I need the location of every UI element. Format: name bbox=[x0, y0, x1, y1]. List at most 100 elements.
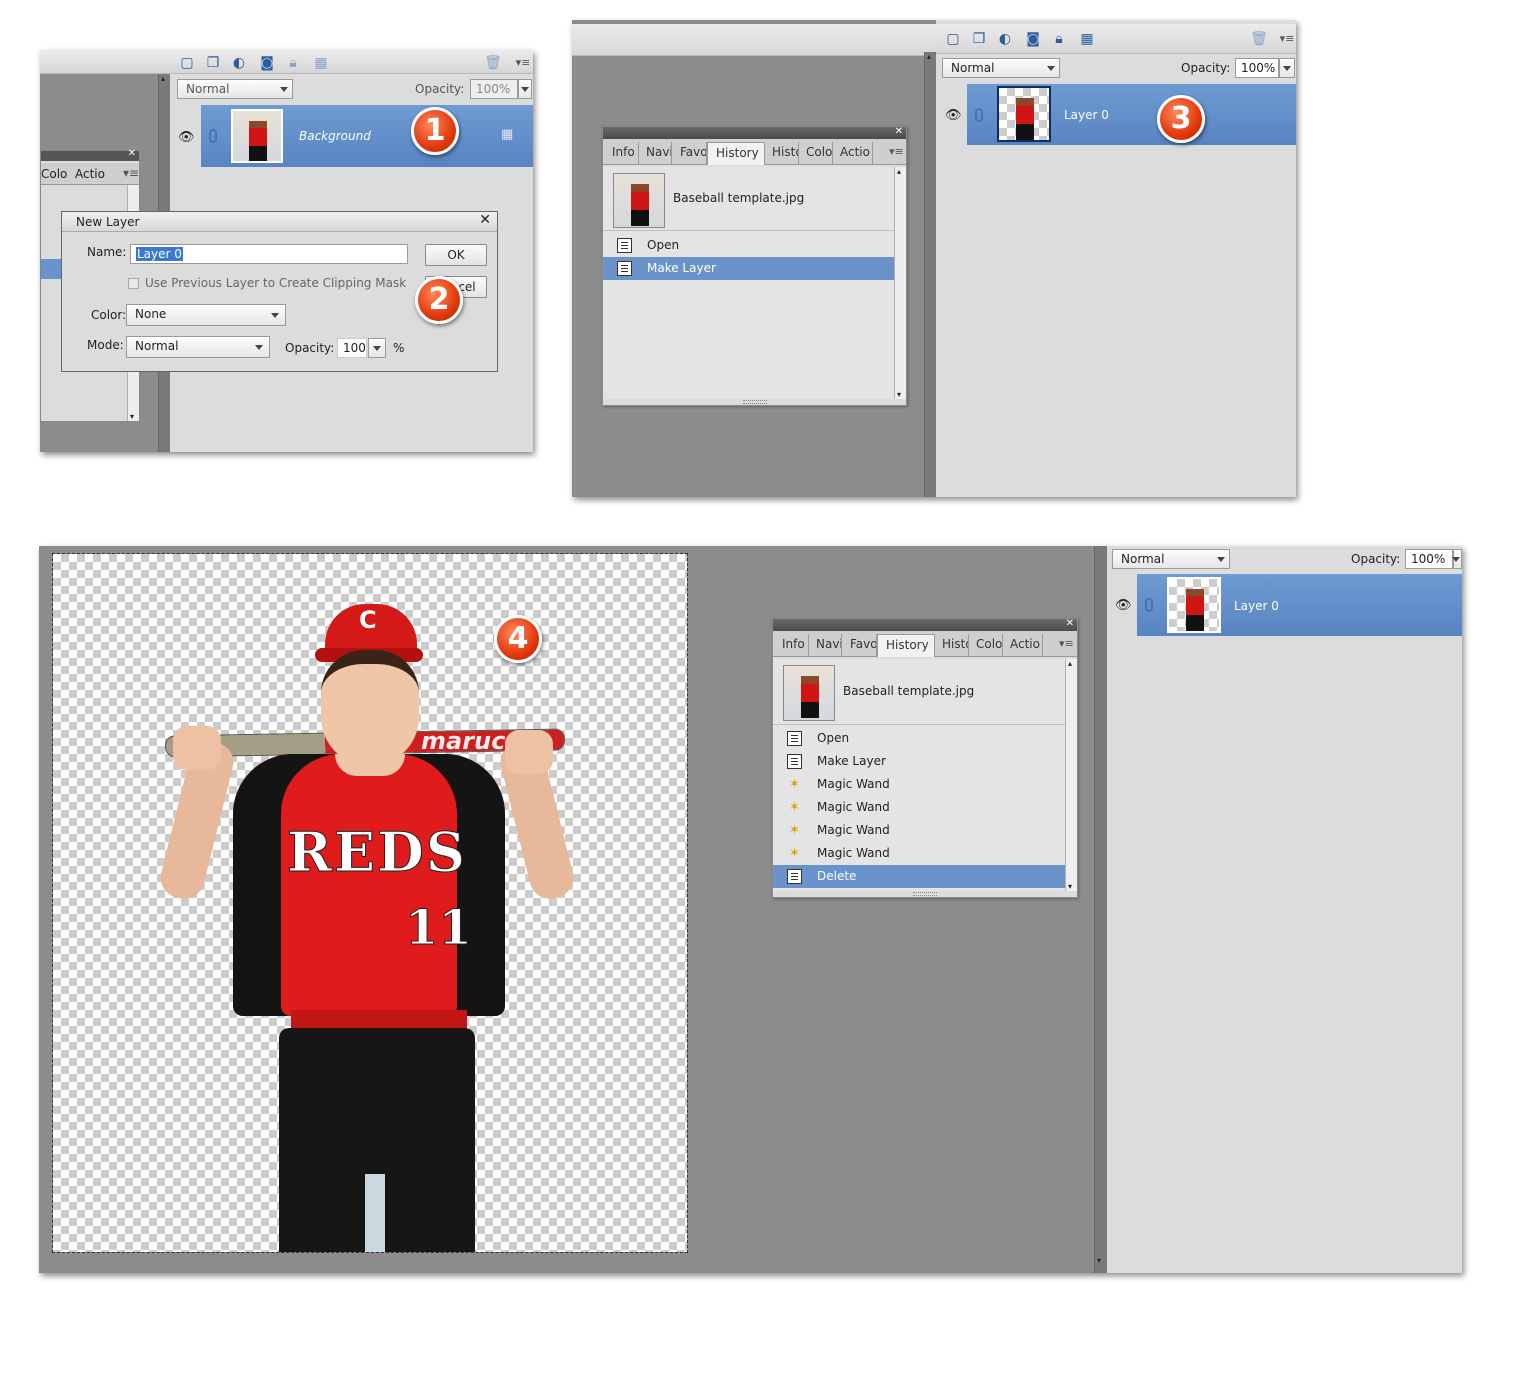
dialog-opacity-input[interactable]: 100 bbox=[337, 338, 367, 358]
adjustment-layer-icon[interactable]: ◐ bbox=[230, 54, 248, 72]
visibility-eye-icon[interactable]: 👁︎ bbox=[1115, 598, 1132, 613]
tab-navigator[interactable]: Navi bbox=[641, 142, 672, 165]
lock-transparency-icon[interactable]: ▦ bbox=[312, 54, 330, 72]
magic-wand-icon: ✶ bbox=[789, 846, 800, 861]
scroll-up-icon[interactable]: ▴ bbox=[927, 52, 931, 61]
scroll-down-icon[interactable]: ▾ bbox=[1097, 1256, 1101, 1265]
scroll-down-icon[interactable]: ▾ bbox=[130, 412, 134, 421]
scroll-up-icon[interactable]: ▴ bbox=[161, 74, 165, 83]
tab-colo[interactable]: Colo bbox=[41, 167, 67, 181]
history-item[interactable]: Make Layer bbox=[773, 750, 1065, 773]
workspace-scrollbar[interactable]: ▾ bbox=[1094, 546, 1107, 1273]
tab-favorites[interactable]: Favo bbox=[675, 142, 707, 165]
snapshot-thumbnail bbox=[783, 665, 835, 721]
new-layer-icon[interactable]: ▢ bbox=[944, 30, 962, 48]
jersey-collar bbox=[335, 754, 405, 776]
history-item[interactable]: Make Layer bbox=[603, 257, 894, 280]
tab-history[interactable]: History bbox=[707, 142, 765, 165]
trash-icon[interactable]: 🗑︎ bbox=[1250, 30, 1268, 48]
layer-row-layer-0[interactable]: Layer 0 bbox=[967, 84, 1296, 145]
blend-mode-select[interactable]: Normal bbox=[942, 58, 1060, 78]
lock-icon[interactable]: 🔒︎ bbox=[1050, 30, 1068, 48]
history-item[interactable]: ✶ Magic Wand bbox=[773, 819, 1065, 842]
history-item[interactable]: Delete bbox=[773, 865, 1065, 888]
history-scrollbar[interactable]: ▴ ▾ bbox=[894, 167, 906, 399]
trash-icon[interactable]: 🗑︎ bbox=[484, 54, 502, 72]
history-item[interactable]: ✶ Magic Wand bbox=[773, 842, 1065, 865]
panel-menu-icon[interactable]: ▾≡ bbox=[889, 145, 904, 158]
chevron-down-icon bbox=[280, 87, 288, 92]
scroll-up-icon[interactable]: ▴ bbox=[1068, 659, 1072, 668]
tab-favorites[interactable]: Favo bbox=[845, 634, 877, 657]
history-titlebar: ✕ bbox=[773, 618, 1077, 631]
tab-actio[interactable]: Actio bbox=[75, 167, 105, 181]
layer-mask-icon[interactable]: ◙ bbox=[1024, 30, 1042, 48]
history-scrollbar[interactable]: ▴ ▾ bbox=[1065, 659, 1077, 891]
history-item-label: Magic Wand bbox=[817, 800, 890, 814]
visibility-eye-icon[interactable]: 👁︎ bbox=[178, 130, 195, 145]
history-item[interactable]: ✶ Magic Wand bbox=[773, 773, 1065, 796]
link-icon[interactable] bbox=[209, 129, 217, 143]
new-layer-icon[interactable]: ▢ bbox=[178, 54, 196, 72]
lock-icon[interactable]: 🔒︎ bbox=[284, 54, 302, 72]
tab-histogram[interactable]: Histo bbox=[767, 142, 799, 165]
panel-menu-icon[interactable]: ▾≡ bbox=[123, 166, 139, 180]
image-canvas[interactable]: marucci C REDS 11 bbox=[52, 553, 688, 1253]
tab-info[interactable]: Info bbox=[777, 634, 809, 657]
tab-histogram[interactable]: Histo bbox=[937, 634, 969, 657]
scroll-down-icon[interactable]: ▾ bbox=[897, 390, 901, 399]
name-input[interactable]: Layer 0 bbox=[130, 244, 408, 264]
opacity-field[interactable]: 100% bbox=[1235, 58, 1279, 78]
resize-grip[interactable] bbox=[913, 892, 937, 896]
panel-menu-icon[interactable]: ▾≡ bbox=[1278, 30, 1296, 48]
tab-actions[interactable]: Actio bbox=[1005, 634, 1043, 657]
link-icon[interactable] bbox=[975, 108, 983, 122]
history-item-label: Make Layer bbox=[647, 261, 716, 275]
opacity-dropdown[interactable] bbox=[1279, 58, 1295, 78]
scroll-down-icon[interactable]: ▾ bbox=[1068, 882, 1072, 891]
snapshot-name: Baseball template.jpg bbox=[673, 191, 805, 205]
new-group-icon[interactable]: ❐ bbox=[970, 30, 988, 48]
layer-row-background[interactable]: Background ▦ bbox=[201, 105, 533, 167]
close-icon[interactable]: ✕ bbox=[895, 126, 903, 138]
history-item[interactable]: Open bbox=[603, 234, 894, 257]
history-item[interactable]: ✶ Magic Wand bbox=[773, 796, 1065, 819]
history-snapshot[interactable]: Baseball template.jpg bbox=[603, 167, 894, 231]
history-titlebar: ✕ bbox=[603, 126, 906, 139]
tab-color[interactable]: Colo bbox=[971, 634, 1003, 657]
layer-mask-icon[interactable]: ◙ bbox=[258, 54, 276, 72]
clipping-mask-checkbox[interactable] bbox=[128, 278, 139, 289]
history-snapshot[interactable]: Baseball template.jpg bbox=[773, 659, 1065, 725]
adjustment-layer-icon[interactable]: ◐ bbox=[996, 30, 1014, 48]
close-icon[interactable]: ✕ bbox=[1066, 618, 1074, 630]
tab-color[interactable]: Colo bbox=[801, 142, 833, 165]
link-icon[interactable] bbox=[1145, 598, 1153, 612]
dialog-opacity-dropdown[interactable] bbox=[368, 338, 386, 358]
opacity-field[interactable]: 100% bbox=[1405, 549, 1453, 569]
resize-grip[interactable] bbox=[743, 400, 767, 404]
opacity-field[interactable]: 100% bbox=[470, 79, 518, 99]
workspace-scrollbar[interactable]: ▴ bbox=[924, 52, 936, 497]
opacity-dropdown[interactable] bbox=[518, 79, 532, 99]
tab-history[interactable]: History bbox=[877, 634, 935, 657]
ok-button[interactable]: OK bbox=[425, 244, 487, 266]
tab-navigator[interactable]: Navi bbox=[811, 634, 842, 657]
tab-actions[interactable]: Actio bbox=[835, 142, 873, 165]
visibility-eye-icon[interactable]: 👁︎ bbox=[945, 108, 962, 123]
history-item[interactable]: Open bbox=[773, 727, 1065, 750]
layer-row-layer-0[interactable]: Layer 0 bbox=[1137, 574, 1462, 636]
blend-mode-select[interactable]: Normal bbox=[1112, 549, 1230, 569]
mode-label: Mode: bbox=[87, 338, 124, 352]
panel-menu-icon[interactable]: ▾≡ bbox=[514, 54, 532, 72]
close-icon[interactable]: ✕ bbox=[479, 212, 491, 228]
blend-mode-select[interactable]: Normal bbox=[177, 79, 293, 99]
lock-transparency-icon[interactable]: ▦ bbox=[1078, 30, 1096, 48]
mode-select[interactable]: Normal bbox=[126, 336, 270, 358]
panel-menu-icon[interactable]: ▾≡ bbox=[1059, 637, 1074, 650]
scroll-up-icon[interactable]: ▴ bbox=[897, 167, 901, 176]
opacity-dropdown[interactable] bbox=[1452, 549, 1462, 569]
close-icon[interactable]: ✕ bbox=[128, 148, 136, 159]
tab-info[interactable]: Info bbox=[607, 142, 639, 165]
new-group-icon[interactable]: ❐ bbox=[204, 54, 222, 72]
color-select[interactable]: None bbox=[126, 304, 286, 326]
